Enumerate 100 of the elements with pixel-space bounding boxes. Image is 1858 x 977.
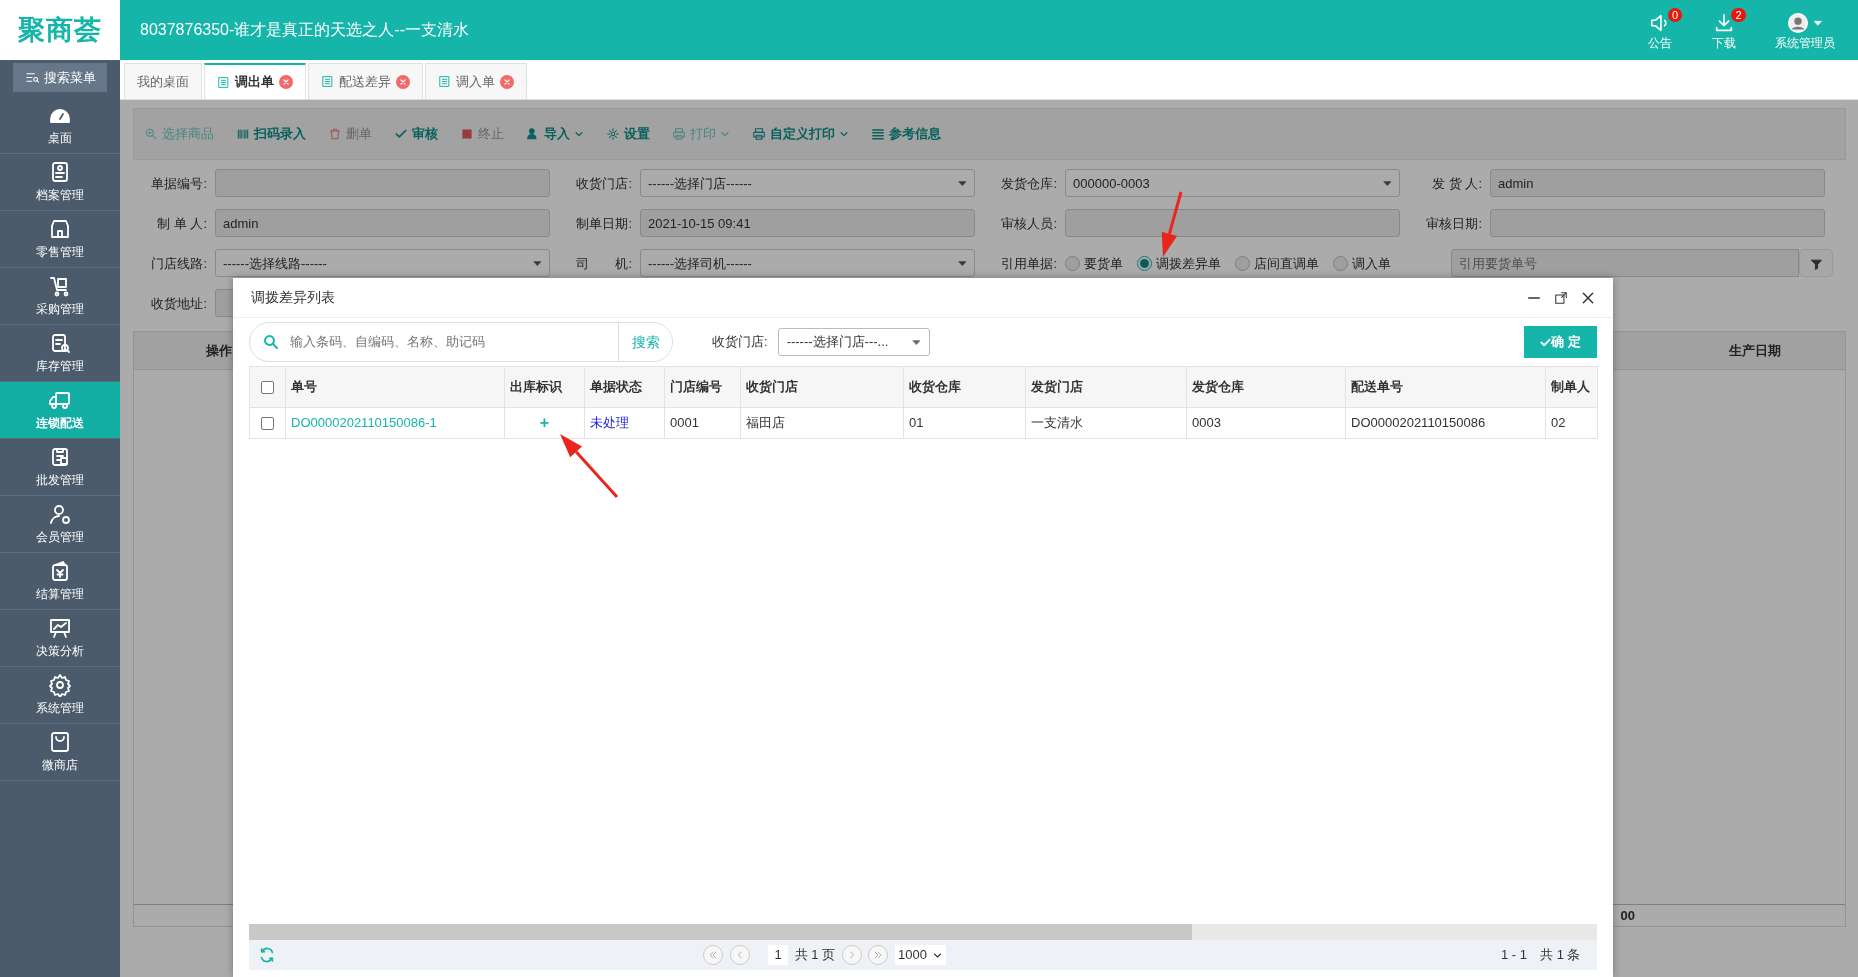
column-header: 发货仓库 — [1186, 366, 1346, 408]
window-title: 8037876350-谁才是真正的天选之人--一支清水 — [140, 20, 469, 40]
tab[interactable]: 我的桌面 — [124, 63, 202, 99]
radio-option[interactable]: 要货单 — [1065, 253, 1123, 273]
input-field[interactable] — [1065, 209, 1400, 238]
menu-search-icon — [24, 70, 40, 85]
first-page-button[interactable] — [703, 945, 723, 965]
table-cell: 未处理 — [584, 407, 665, 439]
search-menu-button[interactable]: 搜索菜单 — [13, 63, 107, 92]
select-field[interactable]: 000000-0003 — [1065, 169, 1400, 198]
caret-icon — [958, 178, 967, 188]
input-field[interactable] — [1490, 209, 1825, 238]
table-cell: DO0000202110150086 — [1345, 407, 1546, 439]
count-badge: 0 — [1667, 8, 1682, 22]
next-page-button[interactable] — [841, 945, 862, 965]
header-action[interactable]: 2 下载 — [1701, 8, 1746, 52]
refresh-icon — [259, 947, 275, 963]
page-count: 共 1 页 — [794, 946, 836, 965]
check-icon — [394, 127, 408, 141]
tab[interactable]: 调出单 — [204, 63, 306, 99]
avatar-icon — [1787, 12, 1810, 34]
field-label: 收货地址: — [150, 294, 208, 313]
field-label: 制 单 人: — [156, 214, 208, 233]
select-field[interactable]: ------选择门店------ — [640, 169, 975, 198]
barcode-icon — [236, 127, 250, 141]
radio-option[interactable]: 调入单 — [1333, 253, 1391, 273]
maximize-icon[interactable] — [1554, 290, 1568, 305]
person-icon — [526, 127, 540, 141]
checkbox[interactable] — [261, 417, 274, 431]
radio-option[interactable]: 调拨差异单 — [1137, 253, 1221, 273]
caret-icon — [958, 258, 967, 268]
tab[interactable]: 配送差异 — [308, 63, 423, 99]
chevron-down-icon — [574, 129, 584, 139]
page-size-select[interactable]: 1000 — [894, 945, 946, 965]
select-field[interactable]: ------选择司机------ — [640, 249, 975, 278]
input-field[interactable] — [215, 169, 550, 198]
search-icon — [262, 333, 280, 351]
column-header: 出库标识 — [504, 366, 585, 408]
field-label: 制单日期: — [575, 214, 633, 233]
field-label: 审核人员: — [1000, 214, 1058, 233]
input-field[interactable]: 2021-10-15 09:41 — [640, 209, 975, 238]
column-header: 门店编号 — [664, 366, 741, 408]
double-chevron-icon — [873, 950, 884, 960]
page-input[interactable]: 1 — [768, 945, 789, 965]
document-icon — [438, 75, 451, 88]
settings-icon — [48, 673, 72, 697]
filter-button[interactable] — [1799, 249, 1833, 278]
table-cell: 01 — [903, 407, 1026, 439]
field-label: 收货门店: — [575, 174, 633, 193]
header-action-label: 下载 — [1711, 35, 1736, 52]
caret-icon — [533, 258, 542, 268]
page-range: 1 - 1 — [1501, 946, 1528, 965]
caret-icon — [1383, 178, 1392, 188]
header-action-label: 系统管理员 — [1775, 35, 1835, 52]
document-icon — [321, 75, 334, 88]
column-header: 操作 — [206, 342, 232, 360]
column-header: 生产日期 — [1729, 342, 1781, 360]
last-page-button[interactable] — [868, 945, 889, 965]
close-icon[interactable] — [1581, 290, 1595, 305]
tab[interactable]: 调入单 — [425, 63, 527, 99]
checkbox[interactable] — [261, 381, 274, 395]
table-cell: 0003 — [1186, 407, 1346, 439]
input-field[interactable]: 引用要货单号 — [1451, 249, 1799, 278]
column-header: 单号 — [285, 366, 505, 408]
field-label: 单据编号: — [150, 174, 208, 193]
table-cell: 02 — [1545, 407, 1598, 439]
column-header: 配送单号 — [1345, 366, 1546, 408]
store-icon — [48, 217, 72, 241]
select-field[interactable]: ------选择线路------ — [215, 249, 550, 278]
check-icon — [1540, 337, 1552, 349]
column-header: 发货门店 — [1025, 366, 1187, 408]
caret-icon — [1812, 18, 1823, 28]
chevron-down-icon — [839, 129, 849, 139]
count-badge: 2 — [1731, 8, 1746, 22]
field-label: 审核日期: — [1425, 214, 1483, 233]
column-header: 收货门店 — [740, 366, 904, 408]
prev-page-button[interactable] — [729, 945, 750, 965]
annotation-arrow — [560, 434, 619, 498]
chevron-down-icon — [933, 950, 943, 960]
header-action-label: 公告 — [1648, 35, 1672, 52]
scrollbar[interactable] — [249, 924, 1597, 940]
caret-icon — [911, 337, 921, 347]
header-action[interactable]: 0 公告 — [1638, 8, 1682, 52]
field-label: 收货门店: — [712, 333, 768, 352]
select-field[interactable]: ------选择门店---... — [777, 328, 930, 356]
filter-icon — [1809, 257, 1823, 271]
table-cell-text: 00 — [1620, 907, 1635, 925]
field-label: 引用单据: — [1000, 254, 1058, 273]
bag-icon — [48, 730, 72, 754]
dialog-title: 调拨差异列表 — [251, 288, 335, 307]
radio-option[interactable]: 店间直调单 — [1235, 253, 1319, 273]
print-icon — [752, 127, 766, 141]
field-label: 发 货 人: — [1431, 174, 1483, 193]
user-icon — [48, 502, 72, 526]
print-icon — [672, 127, 686, 141]
gear-icon — [606, 127, 620, 141]
field-label: 司 机: — [575, 254, 633, 273]
double-chevron-icon — [708, 950, 718, 960]
input-field[interactable]: admin — [1490, 169, 1825, 198]
input-field[interactable]: admin — [215, 209, 550, 238]
